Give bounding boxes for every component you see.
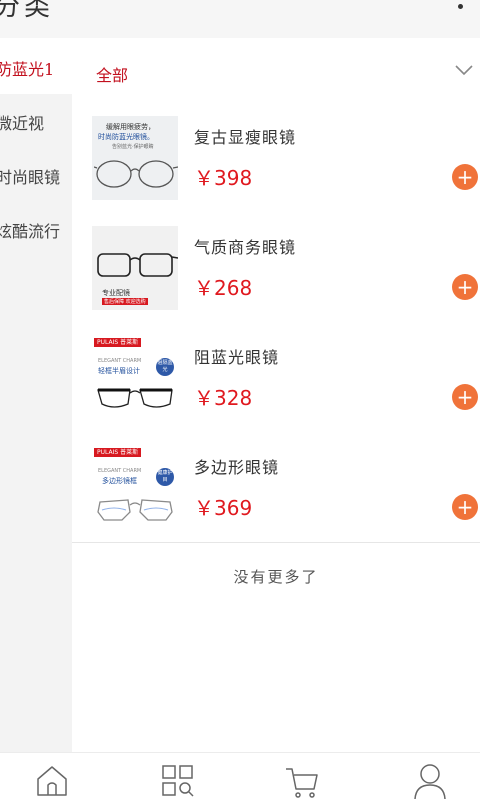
category-sidebar: 防蓝光1 微近视 时尚眼镜 炫酷流行	[0, 40, 72, 752]
no-more-text: 没有更多了	[233, 568, 319, 586]
add-to-cart-button[interactable]: +	[452, 384, 478, 410]
product-thumbnail[interactable]: PULAIS 普莱斯 ELEGANT CHARM 轻框半眉设计 阻隔蓝光	[92, 336, 178, 420]
product-price: ￥328	[194, 386, 253, 410]
product-thumbnail[interactable]: 缓解用眼疲劳， 时尚防蓝光眼镜。 告别蓝光·保护眼睛	[92, 116, 178, 200]
product-thumbnail[interactable]: 专业配镜 售后保障 欢迎选购	[92, 226, 178, 310]
add-to-cart-button[interactable]: +	[452, 274, 478, 300]
product-thumbnail[interactable]: PULAIS 普莱斯 ELEGANT CHARM 多边形镜框 健康护目	[92, 446, 178, 530]
feature-badge: 阻隔蓝光	[156, 358, 174, 376]
sidebar-item-label: 微近视	[0, 114, 45, 133]
sidebar-item-anti-blue[interactable]: 防蓝光1	[0, 40, 72, 94]
page-title: 分类	[0, 0, 55, 22]
sidebar-item-fashion[interactable]: 时尚眼镜	[0, 148, 72, 202]
filter-all-label[interactable]: 全部	[96, 62, 128, 86]
product-name[interactable]: 复古显瘦眼镜	[194, 124, 296, 148]
bottom-tab-bar	[0, 752, 480, 801]
brand-logo: PULAIS 普莱斯	[94, 338, 142, 347]
glasses-image	[97, 388, 173, 408]
category-filter-bar[interactable]: 全部	[72, 40, 480, 102]
add-to-cart-button[interactable]: +	[452, 494, 478, 520]
chevron-down-icon[interactable]	[454, 60, 474, 80]
feature-badge: 健康护目	[156, 468, 174, 486]
product-price: ￥369	[194, 496, 253, 520]
add-to-cart-button[interactable]: +	[452, 164, 478, 190]
glasses-image	[94, 160, 178, 188]
sidebar-item-label: 时尚眼镜	[0, 168, 61, 187]
sidebar-item-label: 炫酷流行	[0, 222, 61, 241]
product-card[interactable]: PULAIS 普莱斯 ELEGANT CHARM 轻框半眉设计 阻隔蓝光 阻蓝光…	[72, 322, 480, 433]
glasses-image	[97, 253, 178, 277]
sidebar-item-trendy[interactable]: 炫酷流行	[0, 202, 72, 256]
product-name[interactable]: 多边形眼镜	[194, 454, 279, 478]
sidebar-item-myopia[interactable]: 微近视	[0, 94, 72, 148]
product-card[interactable]: 缓解用眼疲劳， 时尚防蓝光眼镜。 告别蓝光·保护眼睛 复古显瘦眼镜 ￥398 +	[72, 102, 480, 213]
home-icon[interactable]	[32, 761, 72, 801]
category-icon[interactable]	[158, 761, 198, 801]
app-header: 分类	[0, 0, 480, 38]
product-name[interactable]: 气质商务眼镜	[194, 234, 296, 258]
product-card[interactable]: 专业配镜 售后保障 欢迎选购 气质商务眼镜 ￥268 +	[72, 212, 480, 323]
user-icon[interactable]	[410, 761, 450, 801]
product-price: ￥268	[194, 276, 253, 300]
more-options-icon[interactable]	[448, 0, 472, 18]
product-name[interactable]: 阻蓝光眼镜	[194, 344, 279, 368]
cart-icon[interactable]	[282, 761, 322, 801]
product-card[interactable]: PULAIS 普莱斯 ELEGANT CHARM 多边形镜框 健康护目 多边形眼…	[72, 432, 480, 543]
product-price: ￥398	[194, 166, 253, 190]
sidebar-item-label: 防蓝光1	[0, 60, 55, 79]
glasses-image	[97, 499, 173, 521]
brand-logo: PULAIS 普莱斯	[94, 448, 142, 457]
